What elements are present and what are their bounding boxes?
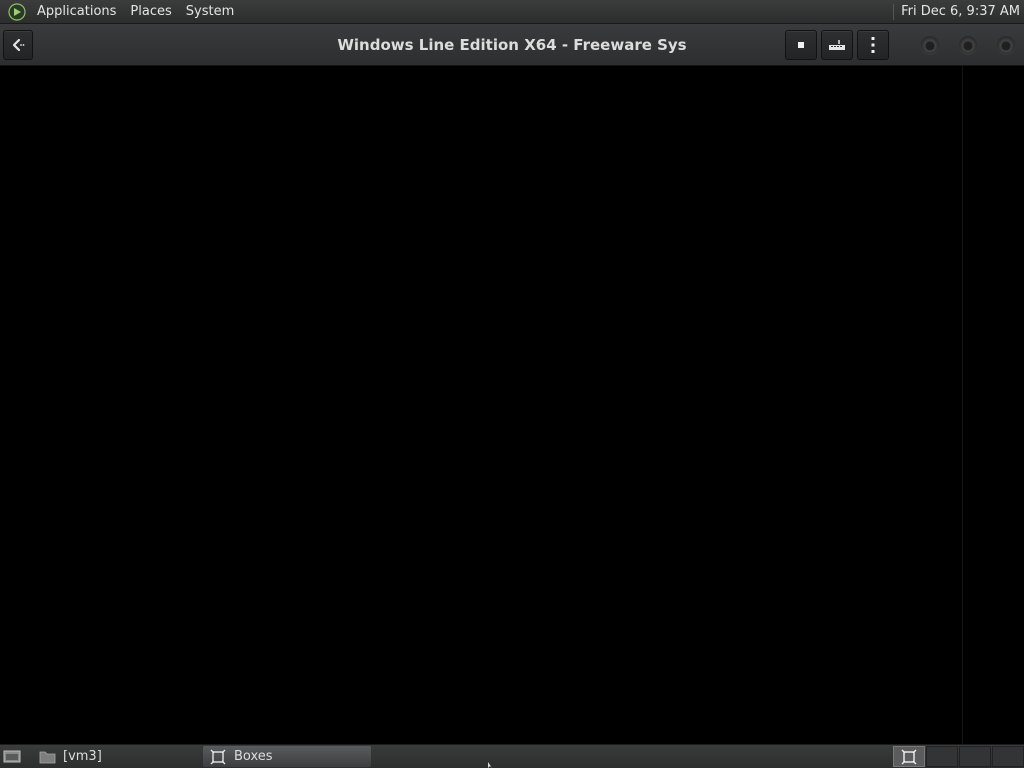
boxes-icon xyxy=(209,749,227,765)
clock[interactable]: Fri Dec 6, 9:37 AM xyxy=(901,4,1024,19)
send-keys-button[interactable] xyxy=(821,30,853,60)
workspace-4[interactable] xyxy=(992,746,1024,767)
workspace-2[interactable] xyxy=(926,746,958,767)
back-arrow-icon xyxy=(12,38,25,52)
taskbar-item-label: [vm3] xyxy=(63,749,102,764)
show-desktop-icon[interactable] xyxy=(2,748,22,765)
force-shutdown-button[interactable] xyxy=(785,30,817,60)
minimize-button[interactable] xyxy=(921,36,939,54)
back-button[interactable] xyxy=(3,30,33,60)
keyboard-icon xyxy=(829,40,845,50)
places-menu[interactable]: Places xyxy=(123,0,178,24)
taskbar-item-boxes[interactable]: Boxes xyxy=(203,746,371,767)
boxes-headerbar: Windows Line Edition X64 - Freeware Sys xyxy=(0,24,1024,66)
taskbar-item-label: Boxes xyxy=(234,749,273,764)
top-panel: Applications Places System Fri Dec 6, 9:… xyxy=(0,0,1024,24)
kebab-menu-icon xyxy=(871,37,875,53)
vm-display-edge xyxy=(962,66,963,744)
applications-menu[interactable]: Applications xyxy=(30,0,123,24)
boxes-icon xyxy=(901,749,917,764)
system-menu[interactable]: System xyxy=(179,0,241,24)
taskbar-item-vm3[interactable]: [vm3] xyxy=(32,746,200,767)
maximize-button[interactable] xyxy=(959,36,977,54)
bottom-panel: [vm3] Boxes xyxy=(0,744,1024,768)
workspace-1[interactable] xyxy=(893,746,925,767)
close-button[interactable] xyxy=(997,36,1015,54)
panel-separator xyxy=(893,3,895,20)
workspace-3[interactable] xyxy=(959,746,991,767)
vm-display[interactable] xyxy=(0,66,1024,744)
stop-square-icon xyxy=(798,42,804,48)
more-menu-button[interactable] xyxy=(857,30,889,60)
folder-icon xyxy=(38,749,56,765)
window-title: Windows Line Edition X64 - Freeware Sys xyxy=(337,36,687,54)
mate-menu-icon[interactable] xyxy=(8,2,26,21)
mouse-cursor-icon xyxy=(488,762,492,768)
